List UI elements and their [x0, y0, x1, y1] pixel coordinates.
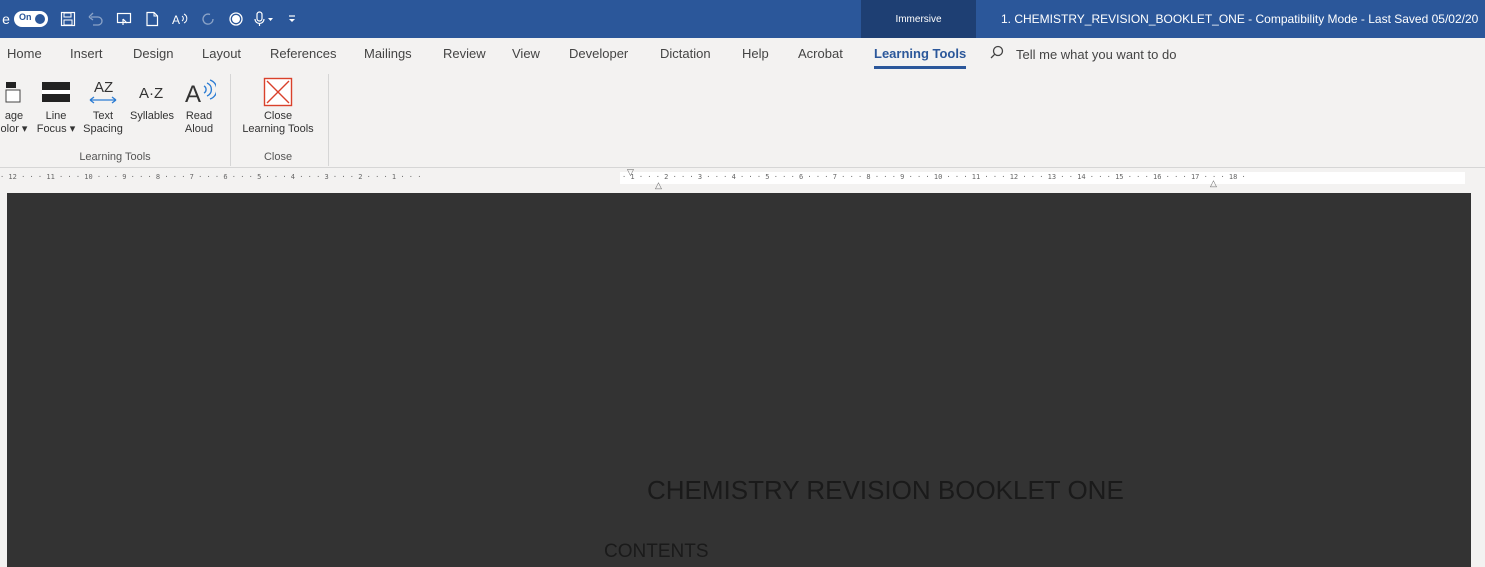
immersive-tab[interactable]: Immersive	[861, 0, 976, 38]
new-document-icon[interactable]	[138, 0, 166, 38]
tab-view[interactable]: View	[512, 38, 540, 70]
tell-me-placeholder: Tell me what you want to do	[1016, 46, 1177, 62]
autosave-state: On	[19, 12, 32, 22]
line-focus-label-1: Line	[45, 110, 67, 122]
tab-dictation[interactable]: Dictation	[660, 38, 711, 70]
line-focus-label-2: Focus ▾	[36, 123, 76, 135]
first-line-indent-marker[interactable]: ▽	[627, 168, 634, 178]
svg-text:AZ: AZ	[94, 79, 113, 96]
page-color-icon	[0, 74, 30, 110]
horizontal-ruler[interactable]: · 12 · · · 11 · · · 10 · · · 9 · · · 8 ·…	[0, 168, 1485, 192]
tab-design[interactable]: Design	[133, 38, 173, 70]
tab-layout[interactable]: Layout	[202, 38, 241, 70]
svg-text:A: A	[172, 13, 180, 27]
right-indent-marker[interactable]: △	[1210, 178, 1217, 189]
tab-review[interactable]: Review	[443, 38, 486, 70]
ruler-left-numbers: · 12 · · · 11 · · · 10 · · · 9 · · · 8 ·…	[0, 173, 422, 181]
document-page[interactable]: CHEMISTRY REVISION BOOKLET ONE CONTENTS	[7, 193, 1471, 567]
group-separator	[230, 74, 231, 166]
contents-heading: CONTENTS	[604, 541, 709, 562]
learning-tools-group-label: Learning Tools	[79, 151, 151, 163]
tab-help[interactable]: Help	[742, 38, 769, 70]
save-icon[interactable]	[54, 0, 82, 38]
document-title: 1. CHEMISTRY_REVISION_BOOKLET_ONE - Comp…	[1001, 12, 1479, 26]
read-aloud-label-1: Read	[185, 110, 213, 122]
left-indent-marker[interactable]: △	[655, 180, 662, 191]
tab-home[interactable]: Home	[7, 38, 42, 70]
close-group-label: Close	[263, 151, 293, 163]
ribbon-tabs: Home Insert Design Layout References Mai…	[0, 38, 1485, 70]
syllables-icon: A·Z	[128, 74, 176, 110]
tab-learning-tools[interactable]: Learning Tools	[874, 38, 967, 70]
touch-mode-icon[interactable]	[110, 0, 138, 38]
close-learning-tools-button[interactable]: Close Learning Tools	[234, 74, 322, 136]
page-color-button[interactable]: age olor ▾	[0, 74, 30, 136]
tab-mailings[interactable]: Mailings	[364, 38, 412, 70]
read-aloud-speaker-icon: A	[178, 74, 220, 110]
tab-insert[interactable]: Insert	[70, 38, 103, 70]
read-aloud-label-2: Aloud	[184, 123, 214, 135]
document-heading: CHEMISTRY REVISION BOOKLET ONE	[647, 475, 1124, 505]
ribbon: age olor ▾ Line Focus ▾ AZ Text Spacing …	[0, 70, 1485, 168]
undo-icon[interactable]	[82, 0, 110, 38]
title-bar: e On A Immersive 1. CHEMISTRY_REVISION_B…	[0, 0, 1485, 38]
read-aloud-button[interactable]: A Read Aloud	[178, 74, 220, 136]
syllables-button[interactable]: A·Z Syllables	[128, 74, 176, 123]
tab-acrobat[interactable]: Acrobat	[798, 38, 843, 70]
svg-text:A·Z: A·Z	[139, 85, 163, 102]
left-margin-strip	[0, 193, 7, 567]
page-color-label-2: olor ▾	[0, 123, 28, 135]
syllables-label-1: Syllables	[129, 110, 175, 122]
autosave-label: e	[2, 11, 10, 27]
line-focus-button[interactable]: Line Focus ▾	[36, 74, 76, 136]
text-spacing-label-1: Text	[92, 110, 114, 122]
page-color-label-1: age	[4, 110, 24, 122]
text-spacing-button[interactable]: AZ Text Spacing	[80, 74, 126, 136]
search-icon	[990, 45, 1004, 63]
text-spacing-label-2: Spacing	[83, 123, 123, 135]
close-label-1: Close	[263, 110, 293, 122]
svg-text:A: A	[185, 81, 201, 107]
quick-access-toolbar: e On A	[0, 0, 306, 38]
autosave-toggle[interactable]: On	[14, 11, 48, 27]
line-focus-icon	[36, 74, 76, 110]
record-icon[interactable]	[222, 0, 250, 38]
close-label-2: Learning Tools	[242, 123, 314, 135]
tab-references[interactable]: References	[270, 38, 336, 70]
redo-icon[interactable]	[194, 0, 222, 38]
group-separator	[328, 74, 329, 166]
read-aloud-icon[interactable]: A	[166, 0, 194, 38]
dictate-icon[interactable]	[250, 0, 278, 38]
close-x-icon	[234, 74, 322, 110]
text-spacing-icon: AZ	[80, 74, 126, 110]
tell-me-search[interactable]: Tell me what you want to do	[990, 38, 1176, 70]
ruler-right-numbers: · 1 · · · 2 · · · 3 · · · 4 · · · 5 · · …	[622, 173, 1246, 181]
toggle-knob	[35, 14, 45, 24]
tab-developer[interactable]: Developer	[569, 38, 628, 70]
vertical-scrollbar[interactable]	[1471, 193, 1485, 567]
customize-icon[interactable]	[278, 0, 306, 38]
